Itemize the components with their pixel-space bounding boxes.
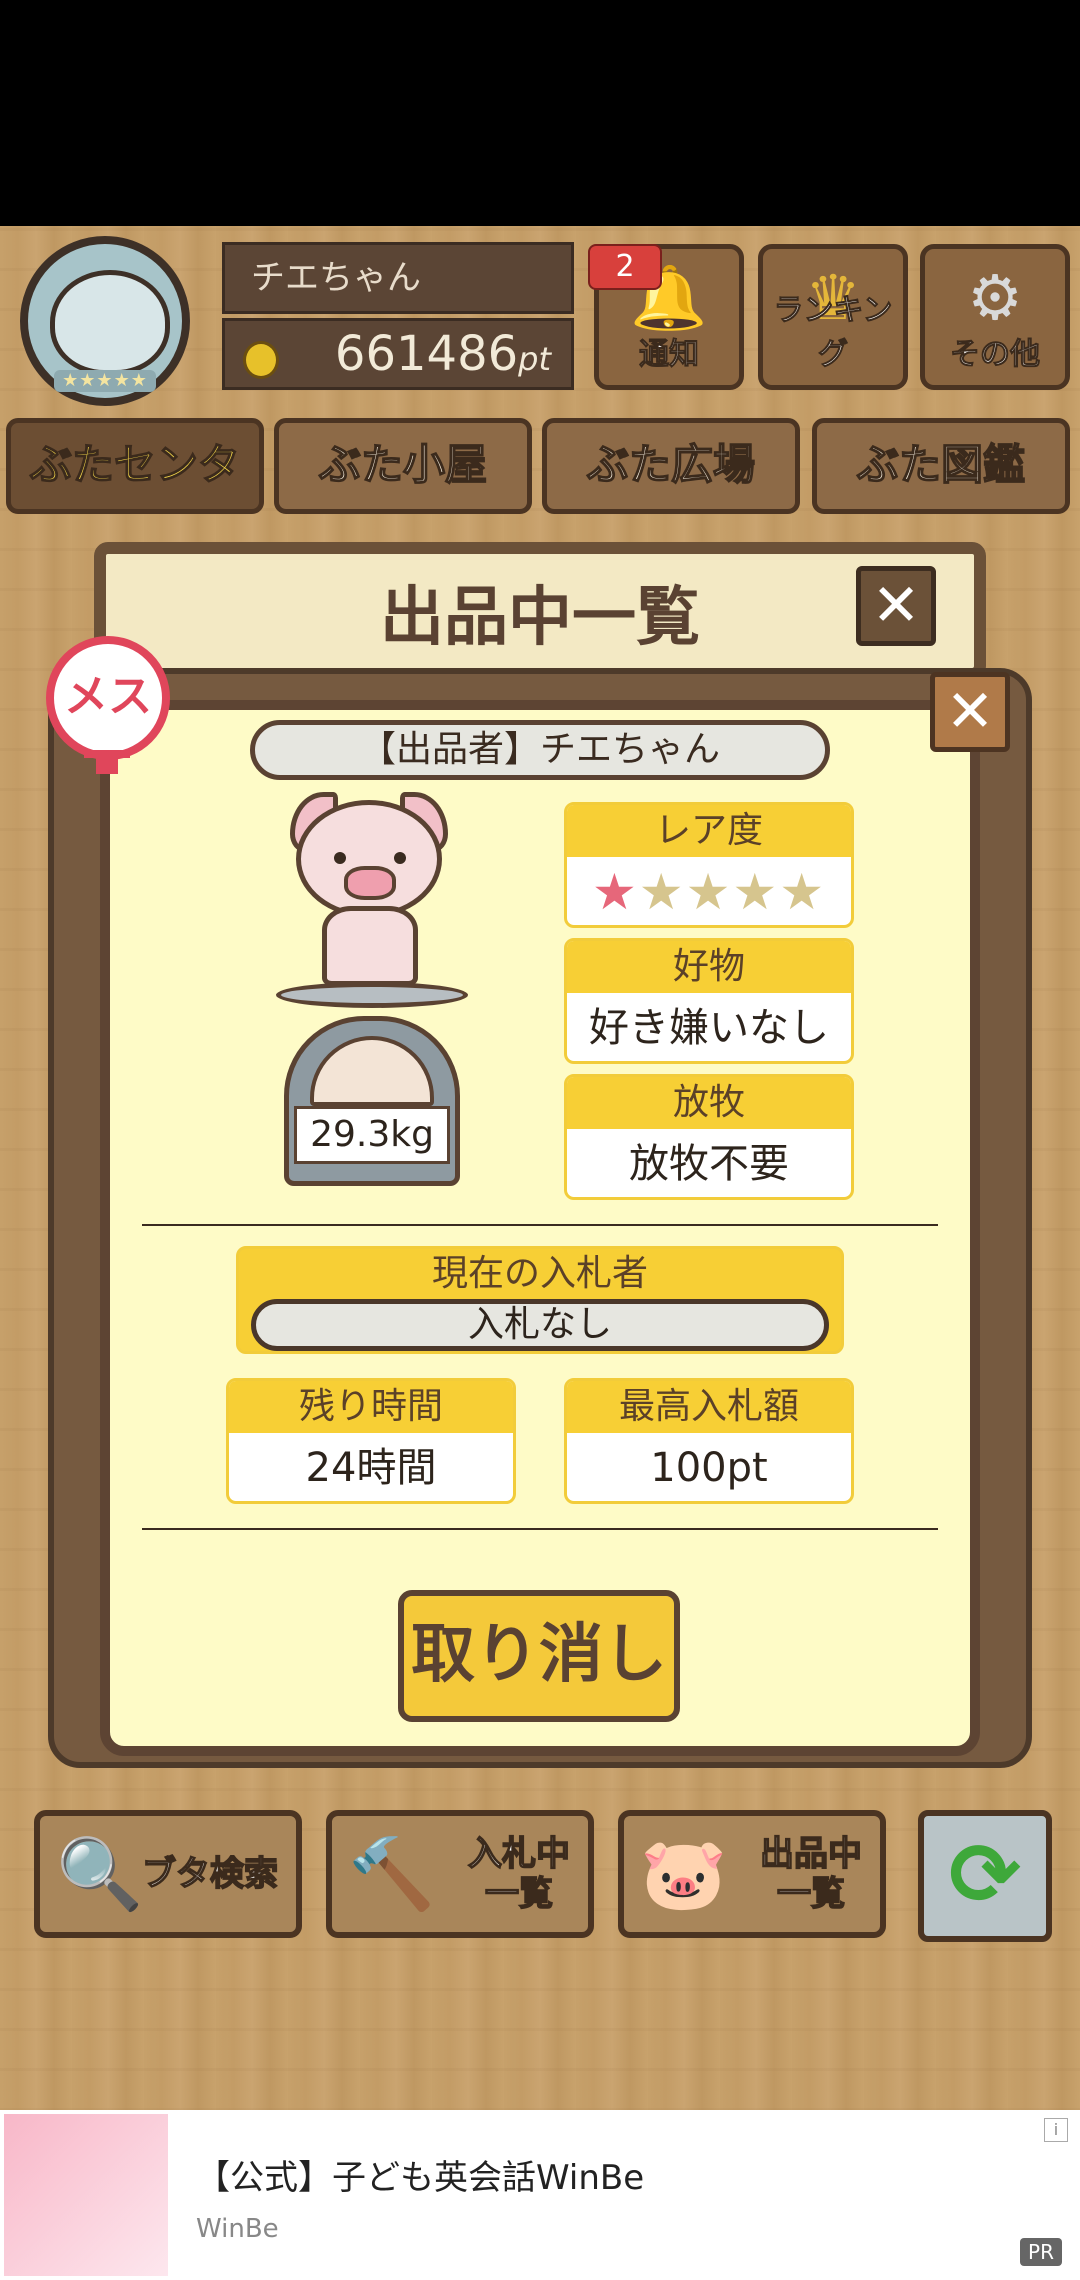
tab-buta-zukan[interactable]: ぶた図鑑 — [812, 418, 1070, 514]
ranking-button[interactable]: ♛ ランキング — [758, 244, 908, 390]
bidding-list-label: 入札中 一覧 — [467, 1833, 571, 1915]
pig-search-label: ブタ検索 — [141, 1853, 279, 1895]
highest-bid-label: 最高入札額 — [567, 1381, 851, 1433]
scale-plate — [276, 982, 468, 1008]
grazing-value: 放牧不要 — [629, 1141, 789, 1187]
bidding-list-button[interactable]: 🔨 入札中 一覧 — [326, 1810, 594, 1938]
cancel-listing-button[interactable]: 取り消し — [398, 1590, 680, 1722]
seller-label: 【出品者】チエちゃん — [250, 720, 830, 780]
refresh-icon: ⟳ — [948, 1825, 1022, 1925]
notification-label: 通知 — [639, 337, 700, 373]
refresh-button[interactable]: ⟳ — [918, 1810, 1052, 1942]
gear-icon: ⚙ — [967, 261, 1023, 334]
ad-title[interactable]: 【公式】子ども英会話WinBe — [196, 2150, 644, 2199]
tab-buta-koya[interactable]: ぶた小屋 — [274, 418, 532, 514]
divider — [142, 1224, 938, 1226]
ad-pr-badge: PR — [1020, 2238, 1062, 2266]
ad-image[interactable] — [4, 2114, 168, 2276]
female-gender-icon: メス — [46, 636, 170, 760]
pig-face-icon — [50, 270, 170, 375]
rank-stars-icon: ★★★★★ — [54, 370, 156, 392]
ad-advertiser: WinBe — [196, 2214, 279, 2244]
pig-icon: 🐷 — [640, 1833, 728, 1915]
rarity-box: レア度 ★★★★★ — [564, 802, 854, 928]
magnifier-icon: 🔍 — [56, 1833, 144, 1915]
grazing-box: 放牧 放牧不要 — [564, 1074, 854, 1200]
points-display: 661486pt — [222, 318, 574, 390]
coin-icon — [243, 341, 279, 379]
rarity-star-empty: ★★★★ — [638, 863, 827, 921]
rarity-star-filled: ★ — [591, 863, 639, 921]
rarity-label: レア度 — [567, 805, 851, 857]
pig-icon — [296, 800, 442, 918]
notification-badge: 2 — [588, 244, 662, 290]
grazing-label: 放牧 — [567, 1077, 851, 1129]
time-left-value: 24時間 — [305, 1445, 437, 1491]
points-value: 661486 — [334, 326, 519, 382]
ranking-label: ランキング — [773, 293, 893, 373]
pig-eye — [394, 852, 406, 864]
title-close-button[interactable]: ✕ — [856, 566, 936, 646]
ad-info-icon[interactable]: i — [1044, 2118, 1068, 2142]
close-button[interactable]: ✕ — [930, 672, 1010, 752]
favorite-label: 好物 — [567, 941, 851, 993]
pig-eye — [334, 852, 346, 864]
time-left-label: 残り時間 — [229, 1381, 513, 1433]
female-symbol-cross — [84, 750, 130, 758]
pig-snout — [344, 866, 396, 900]
points-unit: pt — [518, 340, 551, 378]
listing-list-label: 出品中 一覧 — [759, 1833, 863, 1915]
pig-search-button[interactable]: 🔍 ブタ検索 — [34, 1810, 302, 1938]
ad-banner[interactable]: 【公式】子ども英会話WinBe WinBe PR i — [0, 2110, 1080, 2280]
gavel-icon: 🔨 — [348, 1833, 436, 1915]
rarity-stars: ★★★★★ — [567, 857, 851, 925]
tab-buta-center[interactable]: ぶたセンター — [6, 418, 264, 574]
time-left-box: 残り時間 24時間 — [226, 1378, 516, 1504]
current-bidder-label: 現在の入札者 — [431, 1253, 648, 1294]
current-bidder-value: 入札なし — [251, 1299, 829, 1351]
player-avatar[interactable]: ★★★★★ — [20, 236, 190, 406]
other-label: その他 — [950, 337, 1041, 373]
pig-body — [322, 906, 418, 986]
highest-bid-box: 最高入札額 100pt — [564, 1378, 854, 1504]
favorite-value: 好き嫌いなし — [589, 1005, 829, 1051]
favorite-box: 好物 好き嫌いなし — [564, 938, 854, 1064]
listing-list-button[interactable]: 🐷 出品中 一覧 — [618, 1810, 886, 1938]
player-name: チエちゃん — [222, 242, 574, 314]
title-board: 出品中一覧 — [94, 542, 986, 680]
other-button[interactable]: ⚙ その他 — [920, 244, 1070, 390]
current-bidder-box: 現在の入札者 入札なし — [236, 1246, 844, 1354]
divider — [142, 1528, 938, 1530]
pig-weight: 29.3kg — [294, 1106, 450, 1164]
panel-title: 出品中一覧 — [380, 581, 700, 655]
tab-buta-hiroba[interactable]: ぶた広場 — [542, 418, 800, 514]
highest-bid-value: 100pt — [650, 1445, 768, 1491]
